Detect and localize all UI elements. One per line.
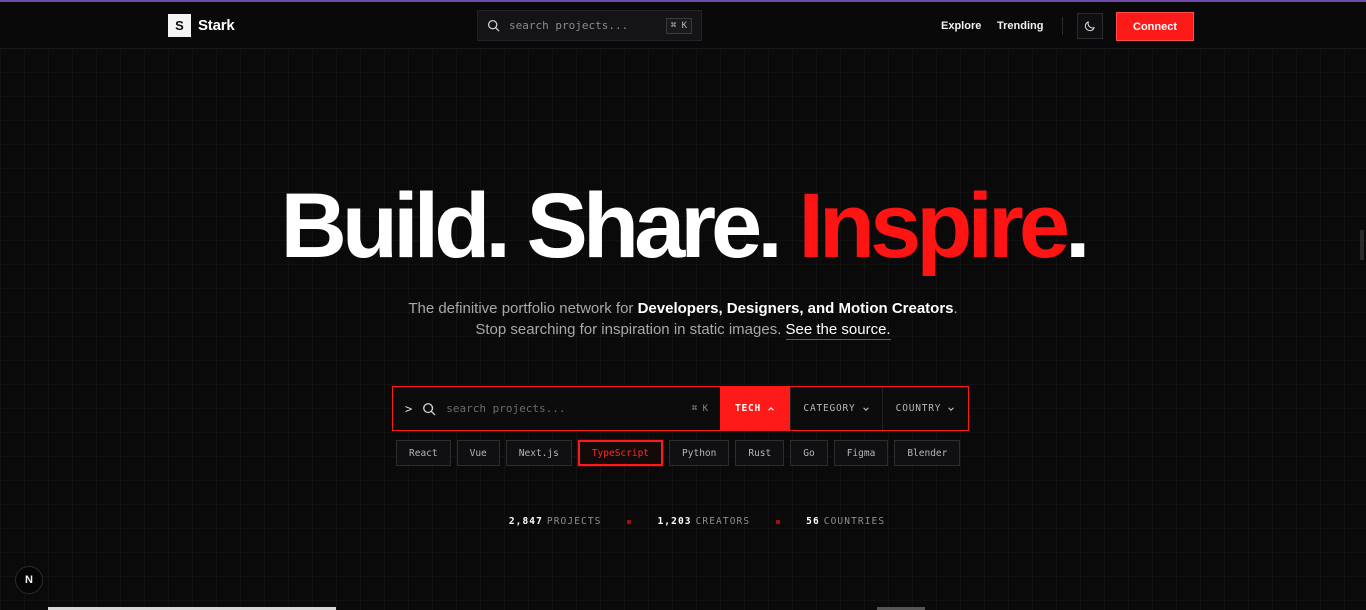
- nav-link-explore[interactable]: Explore: [941, 20, 981, 32]
- search-icon: [487, 19, 500, 32]
- hero-title-end: .: [1065, 175, 1090, 277]
- stat-label: COUNTRIES: [823, 516, 886, 527]
- prompt-glyph: >: [405, 401, 413, 416]
- stat-projects: 2,847 PROJECTS: [509, 516, 602, 527]
- filter-country-dropdown[interactable]: COUNTRY: [882, 387, 968, 430]
- nav-divider: [1062, 17, 1063, 35]
- see-source-link[interactable]: See the source.: [785, 321, 891, 340]
- theme-toggle-button[interactable]: [1077, 13, 1103, 39]
- chevron-down-icon: [948, 406, 955, 411]
- brand-logo[interactable]: S Stark: [168, 14, 235, 37]
- nextjs-dev-badge[interactable]: N: [15, 566, 43, 594]
- main-search-field[interactable]: > ⌘ K: [393, 387, 720, 430]
- filter-category-label: CATEGORY: [803, 403, 856, 414]
- subtitle-suffix: .: [953, 300, 958, 317]
- tag-nextjs[interactable]: Next.js: [505, 440, 572, 466]
- subtitle-line2: Stop searching for inspiration in static…: [475, 321, 786, 338]
- tag-typescript[interactable]: TypeScript: [577, 440, 664, 466]
- hero-title: Build. Share. Inspire.: [0, 176, 1366, 276]
- brand-name: Stark: [198, 17, 235, 34]
- stat-label: CREATORS: [695, 516, 751, 527]
- filter-category-dropdown[interactable]: CATEGORY: [790, 387, 882, 430]
- moon-icon: [1084, 21, 1095, 32]
- subtitle-audience: Developers, Designers, and Motion Creato…: [637, 300, 954, 317]
- shortcut-badge: ⌘ K: [665, 17, 692, 34]
- tag-go[interactable]: Go: [790, 440, 828, 466]
- stat-creators: 1,203 CREATORS: [657, 516, 750, 527]
- filter-tech-dropdown[interactable]: TECH: [720, 387, 790, 430]
- stat-number: 2,847: [508, 516, 543, 527]
- filter-tech-label: TECH: [734, 403, 762, 414]
- filter-country-label: COUNTRY: [895, 403, 942, 414]
- nav-link-trending[interactable]: Trending: [997, 20, 1043, 32]
- tag-figma[interactable]: Figma: [833, 440, 889, 466]
- hero-subtitle: The definitive portfolio network for Dev…: [0, 298, 1366, 340]
- subtitle-prefix: The definitive portfolio network for: [408, 300, 638, 317]
- tag-blender[interactable]: Blender: [894, 440, 961, 466]
- stat-number: 56: [806, 516, 820, 527]
- tech-tag-list: React Vue Next.js TypeScript Python Rust…: [396, 440, 961, 466]
- stat-number: 1,203: [657, 516, 692, 527]
- stat-separator: [627, 519, 632, 524]
- search-icon: [423, 402, 436, 415]
- stat-separator: [776, 519, 781, 524]
- main-search-bar: > ⌘ K TECH CATEGORY COUNTRY: [392, 386, 969, 431]
- tag-react[interactable]: React: [396, 440, 451, 466]
- chevron-down-icon: [862, 406, 869, 411]
- top-navbar: S Stark ⌘ K Explore Trending Connect: [0, 2, 1366, 49]
- connect-button[interactable]: Connect: [1116, 12, 1194, 41]
- stats-row: 2,847 PROJECTS 1,203 CREATORS 56 COUNTRIES: [14, 516, 1366, 527]
- stat-countries: 56 COUNTRIES: [806, 516, 885, 527]
- nav-search[interactable]: ⌘ K: [477, 10, 702, 41]
- hero-title-accent: Inspire: [798, 175, 1070, 277]
- brand-mark: S: [168, 14, 191, 37]
- search-shortcut: ⌘ K: [691, 403, 708, 414]
- chevron-up-icon: [768, 406, 774, 411]
- tag-rust[interactable]: Rust: [735, 440, 785, 466]
- tag-python[interactable]: Python: [669, 440, 730, 466]
- scrollbar-thumb[interactable]: [1360, 230, 1364, 260]
- nav-search-input[interactable]: [509, 19, 666, 32]
- stat-label: PROJECTS: [546, 516, 602, 527]
- main-search-input[interactable]: [446, 402, 682, 415]
- tag-vue[interactable]: Vue: [456, 440, 500, 466]
- hero-title-main: Build. Share.: [280, 175, 799, 277]
